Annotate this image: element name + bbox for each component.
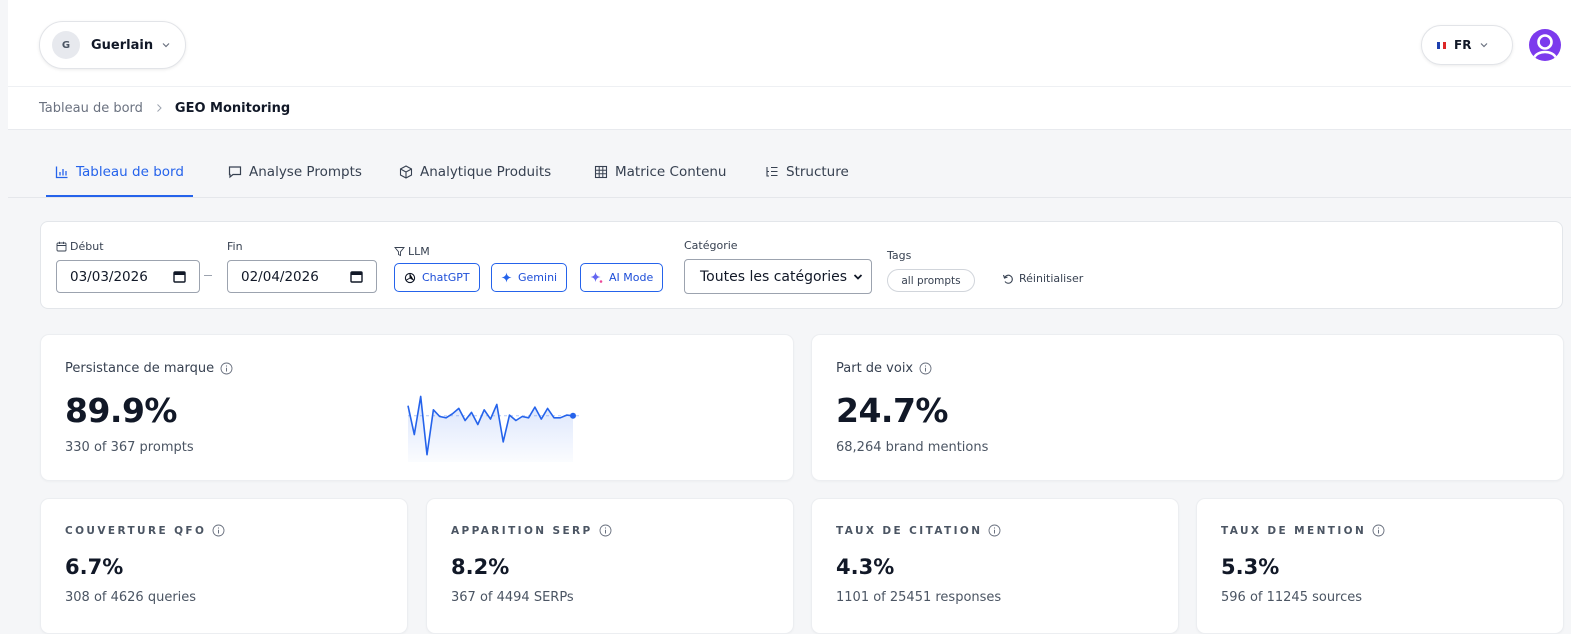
metric-subtext: 367 of 4494 SERPs: [451, 590, 574, 605]
info-icon[interactable]: [212, 524, 225, 537]
brand-initial-badge: G: [52, 31, 80, 59]
share-of-voice-card: Part de voix 24.7% 68,264 brand mentions: [811, 334, 1564, 481]
info-icon[interactable]: [220, 362, 233, 375]
start-date-label: Début: [56, 240, 104, 253]
calendar-icon: [56, 241, 67, 252]
tab-content-matrix[interactable]: Matrice Contenu: [594, 164, 727, 197]
package-icon: [399, 165, 413, 179]
end-date-value: 02/04/2026: [241, 268, 319, 285]
user-avatar[interactable]: [1529, 29, 1561, 61]
reset-button[interactable]: Réinitialiser: [1002, 272, 1083, 285]
llm-gemini-button[interactable]: Gemini: [491, 263, 568, 292]
end-date-label: Fin: [227, 240, 243, 253]
brand-persistence-sparkline: [407, 395, 579, 462]
chevron-right-icon: [157, 104, 162, 112]
filter-panel: Début 03/03/2026 Fin 02/04/2026 LLM Chat…: [40, 221, 1563, 309]
chevron-down-icon: [1481, 43, 1488, 48]
tab-prompt-analysis[interactable]: Analyse Prompts: [228, 164, 362, 197]
tab-structure[interactable]: Structure: [765, 164, 849, 197]
top-bar: G Guerlain FR: [8, 0, 1571, 87]
grid-icon: [594, 165, 608, 179]
category-select[interactable]: Toutes les catégories: [684, 259, 872, 294]
tab-label: Matrice Contenu: [615, 164, 727, 180]
card-title: Persistance de marque: [65, 361, 233, 376]
metric-value: 89.9%: [65, 391, 178, 430]
card-title: TAUX DE MENTION: [1221, 524, 1385, 537]
info-icon[interactable]: [988, 524, 1001, 537]
end-date-input[interactable]: 02/04/2026: [227, 260, 377, 293]
breadcrumb-current: GEO Monitoring: [174, 100, 291, 116]
bar-chart-icon: [55, 166, 68, 179]
list-tree-icon: [766, 166, 778, 177]
llm-filter-label: LLM: [394, 245, 430, 258]
metric-subtext: 330 of 367 prompts: [65, 440, 194, 455]
chevron-down-icon: [853, 274, 863, 280]
metric-subtext: 68,264 brand mentions: [836, 440, 989, 455]
tags-label: Tags: [887, 249, 912, 262]
mention-rate-card: TAUX DE MENTION 5.3% 596 of 11245 source…: [1196, 498, 1564, 634]
metric-value: 8.2%: [451, 555, 510, 579]
ai-sparkle-icon: [590, 272, 603, 283]
breadcrumb: Tableau de bord GEO Monitoring: [8, 87, 1571, 130]
category-label: Catégorie: [684, 239, 738, 252]
language-code: FR: [1454, 38, 1472, 52]
chevron-down-icon: [162, 43, 170, 48]
tab-label: Tableau de bord: [76, 164, 184, 180]
openai-icon: [404, 272, 416, 283]
sparkle-icon: [501, 272, 512, 283]
metric-subtext: 596 of 11245 sources: [1221, 590, 1363, 605]
tab-product-analytics[interactable]: Analytique Produits: [399, 164, 551, 197]
sparkline-area: [408, 396, 573, 462]
start-date-input[interactable]: 03/03/2026: [56, 260, 200, 293]
date-range-separator: [204, 275, 212, 276]
language-selector[interactable]: FR: [1421, 25, 1513, 65]
calendar-icon[interactable]: [173, 270, 186, 283]
llm-chatgpt-button[interactable]: ChatGPT: [394, 263, 480, 292]
card-title: TAUX DE CITATION: [836, 524, 1001, 537]
calendar-icon[interactable]: [350, 270, 363, 283]
tab-dashboard[interactable]: Tableau de bord: [46, 164, 193, 197]
brand-name: Guerlain: [91, 37, 154, 53]
metric-subtext: 1101 of 25451 responses: [836, 590, 1002, 605]
metric-value: 6.7%: [65, 555, 124, 579]
tab-label: Structure: [786, 164, 849, 180]
info-icon[interactable]: [919, 362, 932, 375]
france-flag-icon: [1437, 41, 1446, 49]
qfo-coverage-card: COUVERTURE QFO 6.7% 308 of 4626 queries: [40, 498, 408, 634]
message-square-icon: [228, 166, 242, 179]
card-title: Part de voix: [836, 361, 932, 376]
citation-rate-card: TAUX DE CITATION 4.3% 1101 of 25451 resp…: [811, 498, 1179, 634]
rotate-ccw-icon: [1002, 274, 1013, 284]
brand-persistence-card: Persistance de marque 89.9% 330 of 367 p…: [40, 334, 794, 481]
breadcrumb-parent-link[interactable]: Tableau de bord: [39, 101, 143, 116]
category-value: Toutes les catégories: [700, 268, 848, 285]
tab-label: Analytique Produits: [420, 164, 552, 180]
metric-subtext: 308 of 4626 queries: [65, 590, 197, 605]
user-icon: [1532, 34, 1558, 59]
tag-chip[interactable]: all prompts: [887, 269, 975, 292]
serp-appearance-card: APPARITION SERP 8.2% 367 of 4494 SERPs: [426, 498, 794, 634]
info-icon[interactable]: [1372, 524, 1385, 537]
sparkline-endpoint: [570, 412, 576, 419]
tab-bar: Tableau de bord Analyse Prompts Analytiq…: [8, 131, 1571, 198]
tab-label: Analyse Prompts: [249, 164, 362, 180]
card-title: APPARITION SERP: [451, 524, 612, 537]
metric-value: 4.3%: [836, 555, 895, 579]
info-icon[interactable]: [599, 524, 612, 537]
brand-selector[interactable]: G Guerlain: [39, 21, 186, 69]
start-date-value: 03/03/2026: [70, 268, 148, 285]
metric-value: 5.3%: [1221, 555, 1280, 579]
card-title: COUVERTURE QFO: [65, 524, 225, 537]
filter-icon: [394, 247, 405, 257]
metric-value: 24.7%: [836, 391, 949, 430]
llm-ai-mode-button[interactable]: AI Mode: [580, 263, 664, 292]
